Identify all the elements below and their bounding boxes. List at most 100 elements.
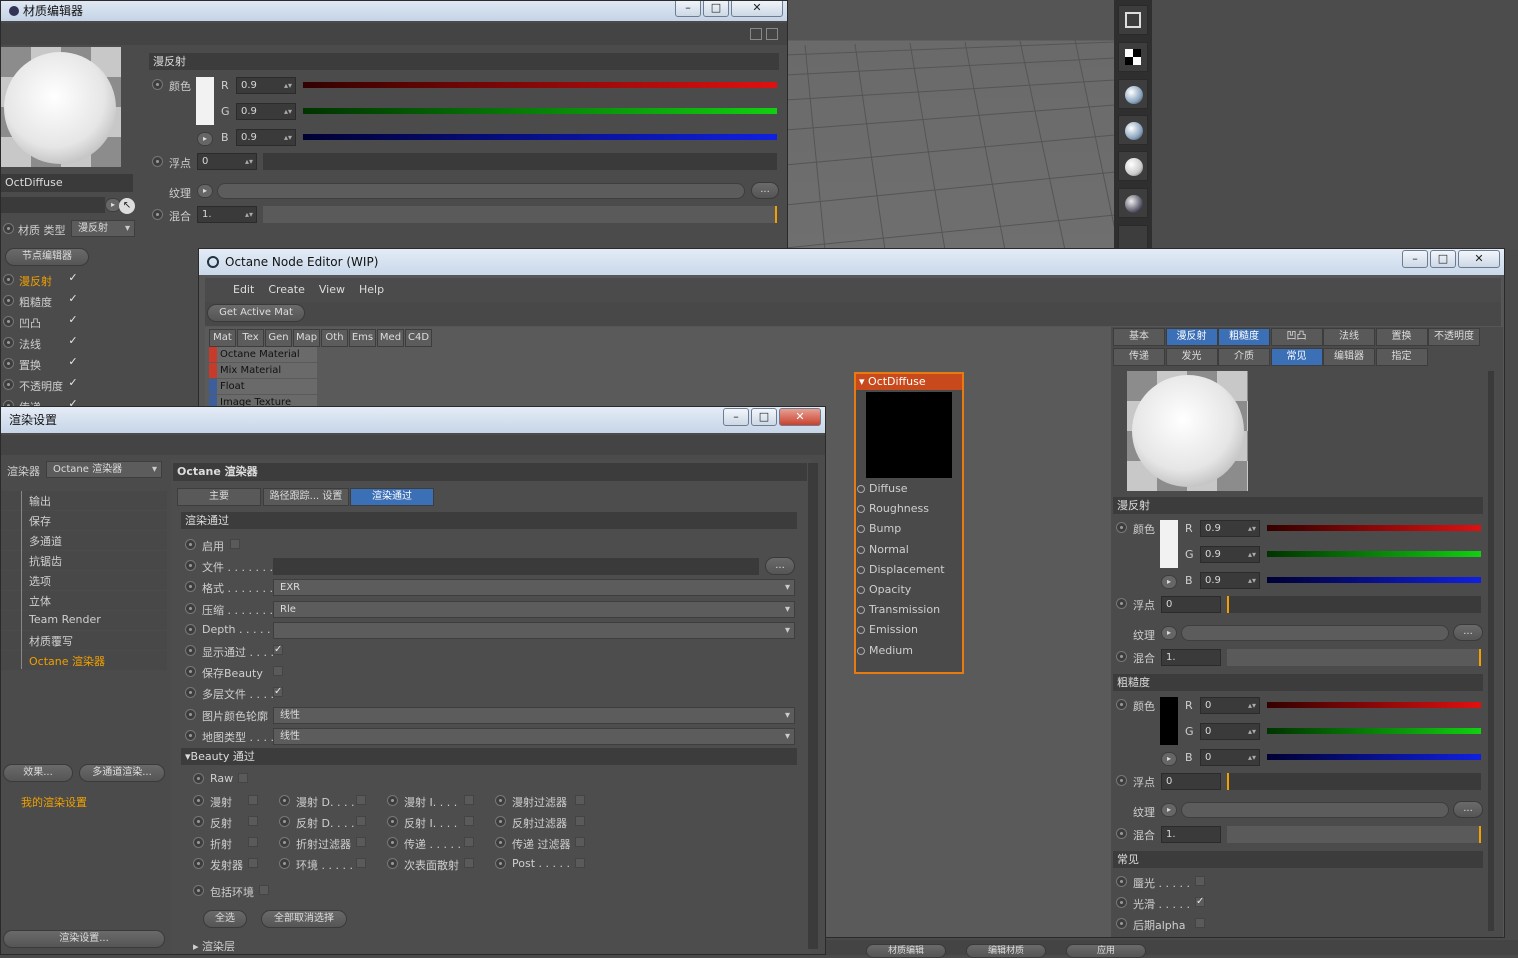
render-row-checkbox[interactable]: ✓ [273,645,283,655]
render-layer-section[interactable]: ▸ 渲染层 [193,938,235,954]
octdiffuse-node[interactable]: ▾ OctDiffuse Diffuse Roughness Bump Normal D… [854,372,964,674]
attr-mix-field[interactable]: 1. [1161,826,1221,843]
mix-slider[interactable] [263,206,777,223]
tree-item[interactable]: 选项 [29,573,51,589]
attr-r-field[interactable]: 0.9 ▴▾ [1200,520,1260,537]
channel-radio[interactable] [3,316,14,327]
mat-name[interactable]: OctDiffuse [1,174,133,192]
beauty-pass-checkbox[interactable] [464,858,474,868]
tree-item[interactable]: 抗锯齿 [29,553,62,569]
beauty-pass-radio[interactable] [279,837,290,848]
b-field[interactable]: 0.9 ▴▾ [236,129,296,146]
sphere-tool-icon-2[interactable] [1118,115,1148,145]
beauty-pass-radio[interactable] [387,858,398,869]
render-row-checkbox[interactable]: ✓ [273,687,283,698]
attr-tab[interactable]: 传递 [1113,348,1165,366]
bottom-button[interactable]: 材质编辑 [866,944,946,958]
pin-socket-icon[interactable] [857,606,865,615]
beauty-pass-checkbox[interactable] [464,837,474,847]
node-list-item[interactable]: Octane Material [209,347,317,362]
pin-socket-icon[interactable] [857,525,865,534]
raw-radio[interactable] [193,773,204,784]
beauty-pass-checkbox[interactable] [356,795,366,805]
mix-field[interactable]: 1. ▴▾ [197,206,257,223]
menu-item-create[interactable]: Create [268,278,305,302]
attr-g-slider[interactable] [1267,728,1481,734]
attr-b-slider[interactable] [1267,577,1481,583]
attr-tab[interactable]: 凹凸 [1270,328,1323,346]
category-tab[interactable]: Ems [349,329,376,347]
sphere-tool-icon[interactable] [1118,79,1148,109]
sphere-tool-icon-3[interactable] [1118,151,1148,181]
beauty-pass-radio[interactable] [193,837,204,848]
pin-socket-icon[interactable] [857,505,865,514]
render-row-dropdown[interactable]: Rle [273,600,795,618]
spinner-icon[interactable]: ▴▾ [1248,750,1256,765]
attr-color-swatch[interactable] [1160,520,1178,568]
category-tab[interactable]: Tex [237,329,264,347]
attr-r-slider[interactable] [1267,702,1481,708]
render-row-dropdown[interactable]: 线性 [273,727,795,745]
maximize-button[interactable]: □ [751,408,777,426]
pin-socket-icon[interactable] [857,485,865,493]
attr-mix-field[interactable]: 1. [1161,649,1221,666]
beauty-pass-checkbox[interactable] [575,837,585,847]
beauty-pass-checkbox[interactable] [248,837,258,847]
attr-texture-slot[interactable] [1181,802,1449,818]
render-row-radio[interactable] [185,623,196,635]
minimize-button[interactable]: – [723,408,749,426]
menu-item-view[interactable]: View [319,278,345,302]
channel-checkbox[interactable]: ✓ [68,293,78,305]
camera-tool-icon[interactable] [1118,5,1148,35]
node-header[interactable]: ▾ OctDiffuse [856,374,962,390]
attr-float-slider[interactable] [1227,773,1481,790]
render-tab[interactable]: 路径跟踪... 设置 [263,488,349,506]
attr-tab[interactable]: 指定 [1375,348,1428,366]
beauty-pass-radio[interactable] [495,795,506,806]
channel-label[interactable]: 凹凸 [19,315,41,331]
effects-button[interactable]: 效果... [3,764,73,782]
attr-texture-browse-button[interactable]: ... [1453,801,1483,818]
attr-mix-slider[interactable] [1227,649,1481,666]
channel-radio[interactable] [3,295,14,306]
tree-item[interactable]: Octane 渲染器 [29,653,105,669]
channel-label[interactable]: 漫反射 [19,273,52,289]
attr-color-expand-icon[interactable]: ▸ [1161,752,1177,766]
checker-tool-icon[interactable] [1118,42,1148,72]
beauty-pass-radio[interactable] [495,858,506,869]
attr-tab[interactable]: 发光 [1165,348,1218,366]
mat-name-input[interactable] [1,197,105,213]
channel-checkbox[interactable]: ✓ [68,272,78,284]
beauty-pass-radio[interactable] [279,816,290,827]
channel-label[interactable]: 不透明度 [19,378,63,394]
attr-r-slider[interactable] [1267,525,1481,531]
attr-float-radio[interactable] [1116,598,1127,609]
category-tab[interactable]: Oth [321,329,348,347]
attr-g-field[interactable]: 0.9 ▴▾ [1200,546,1260,563]
pin-socket-icon[interactable] [857,586,865,594]
beauty-pass-checkbox[interactable] [464,816,474,826]
close-button[interactable]: ✕ [779,408,821,426]
attr-scrollbar[interactable] [1488,371,1494,931]
channel-checkbox[interactable]: ✓ [68,356,78,368]
mat-type-dropdown[interactable]: 漫反射 [71,220,135,237]
beauty-pass-radio[interactable] [387,795,398,806]
spinner-icon[interactable]: ▴▾ [1248,547,1256,562]
render-settings-button[interactable]: 渲染设置... [3,930,165,948]
material-editor-titlebar[interactable]: 材质编辑器 [1,1,787,21]
pin-socket-icon[interactable] [857,565,865,574]
beauty-pass-checkbox[interactable] [248,858,258,868]
beauty-pass-checkbox[interactable] [356,837,366,847]
attr-tab[interactable]: 介质 [1218,348,1270,366]
attr-tab[interactable]: 粗糙度 [1218,328,1270,346]
tree-item[interactable]: 多通道 [29,533,62,549]
attr-r-field[interactable]: 0 ▴▾ [1200,697,1260,714]
render-row-dropdown[interactable]: 线性 [273,706,795,724]
shuffle-tool-icon[interactable] [1118,225,1148,249]
float-field[interactable]: 0 ▴▾ [197,153,257,170]
render-row-radio[interactable] [185,708,196,720]
render-row-checkbox[interactable] [273,666,283,677]
tree-item[interactable]: 保存 [29,513,51,529]
channel-label[interactable]: 粗糙度 [19,294,52,310]
beauty-pass-radio[interactable] [279,858,290,869]
